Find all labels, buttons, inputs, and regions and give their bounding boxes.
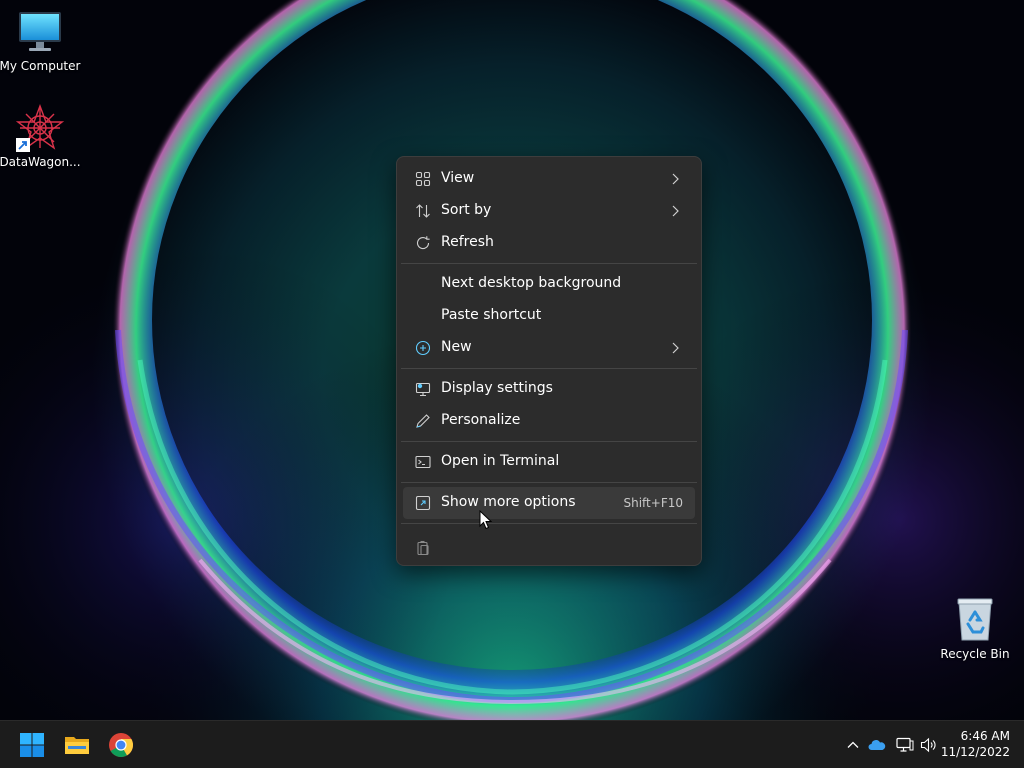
menu-item-label: Paste shortcut [441, 307, 542, 323]
menu-item-label: Display settings [441, 380, 553, 396]
menu-item-label: Show more options [441, 494, 576, 510]
plus-circle-icon [415, 340, 431, 356]
show-hidden-icons-button[interactable] [843, 735, 863, 755]
network-icon [896, 737, 914, 752]
chrome-icon [109, 733, 134, 758]
menu-separator [401, 482, 697, 483]
taskbar-chrome[interactable] [105, 729, 137, 761]
desktop-icon-my-computer[interactable]: My Computer [0, 8, 80, 73]
recycle-bin-icon [951, 596, 999, 644]
menu-item-label: View [441, 170, 475, 186]
desktop-icon-label: DataWagon... [0, 155, 81, 169]
sort-icon [415, 203, 431, 219]
desktop-icon-label: Recycle Bin [940, 647, 1010, 661]
clock-time: 6:46 AM [960, 729, 1010, 743]
datawagon-icon [15, 104, 65, 152]
menu-item-sort-by[interactable]: Sort by [403, 195, 695, 227]
file-explorer-icon [65, 737, 89, 754]
menu-quick-action-paste[interactable] [403, 528, 695, 568]
menu-item-open-in-terminal[interactable]: Open in Terminal [403, 446, 695, 478]
paste-icon [415, 540, 431, 556]
chevron-right-icon [667, 171, 683, 187]
menu-item-view[interactable]: View [403, 163, 695, 195]
menu-separator [401, 368, 697, 369]
menu-separator [401, 263, 697, 264]
menu-item-next-desktop-background[interactable]: Next desktop background [403, 268, 695, 300]
menu-item-refresh[interactable]: Refresh [403, 227, 695, 259]
menu-separator [401, 441, 697, 442]
volume-icon [920, 737, 936, 753]
menu-item-show-more-options[interactable]: Show more options Shift+F10 [403, 487, 695, 519]
chevron-up-icon [847, 741, 859, 748]
menu-item-paste-shortcut[interactable]: Paste shortcut [403, 300, 695, 332]
terminal-icon [415, 454, 431, 470]
taskbar-file-explorer[interactable] [61, 729, 93, 761]
taskbar-clock[interactable]: 6:46 AM 11/12/2022 [941, 728, 1010, 760]
grid-icon [415, 171, 431, 187]
menu-separator [401, 523, 697, 524]
chevron-right-icon [667, 203, 683, 219]
refresh-icon [415, 235, 431, 251]
onedrive-icon [868, 740, 886, 750]
tray-network[interactable] [895, 735, 915, 755]
tray-volume[interactable] [919, 735, 939, 755]
mouse-cursor-icon [479, 510, 493, 530]
menu-item-new[interactable]: New [403, 332, 695, 364]
tray-onedrive[interactable] [867, 735, 887, 755]
desktop-context-menu: View Sort by Refresh Next desktop backgr… [396, 156, 702, 566]
menu-item-label: Next desktop background [441, 275, 622, 291]
chevron-right-icon [667, 340, 683, 356]
desktop-icon-datawagon[interactable]: DataWagon... [0, 104, 81, 169]
taskbar: 6:46 AM 11/12/2022 [0, 720, 1024, 768]
menu-item-label: Refresh [441, 234, 494, 250]
menu-item-label: New [441, 339, 472, 355]
monitor-icon [16, 8, 64, 56]
menu-item-label: Personalize [441, 412, 521, 428]
desktop-icon-label: My Computer [0, 59, 81, 73]
keyboard-shortcut: Shift+F10 [623, 496, 683, 510]
menu-item-label: Open in Terminal [441, 453, 560, 469]
start-button[interactable] [16, 729, 48, 761]
display-settings-icon [415, 381, 431, 397]
more-options-icon [415, 495, 431, 511]
menu-item-personalize[interactable]: Personalize [403, 405, 695, 437]
clock-date: 11/12/2022 [940, 745, 1010, 759]
menu-item-label: Sort by [441, 202, 492, 218]
windows-start-icon [20, 733, 44, 757]
pen-icon [415, 413, 431, 429]
desktop-icon-recycle-bin[interactable]: Recycle Bin [935, 596, 1015, 661]
menu-item-display-settings[interactable]: Display settings [403, 373, 695, 405]
